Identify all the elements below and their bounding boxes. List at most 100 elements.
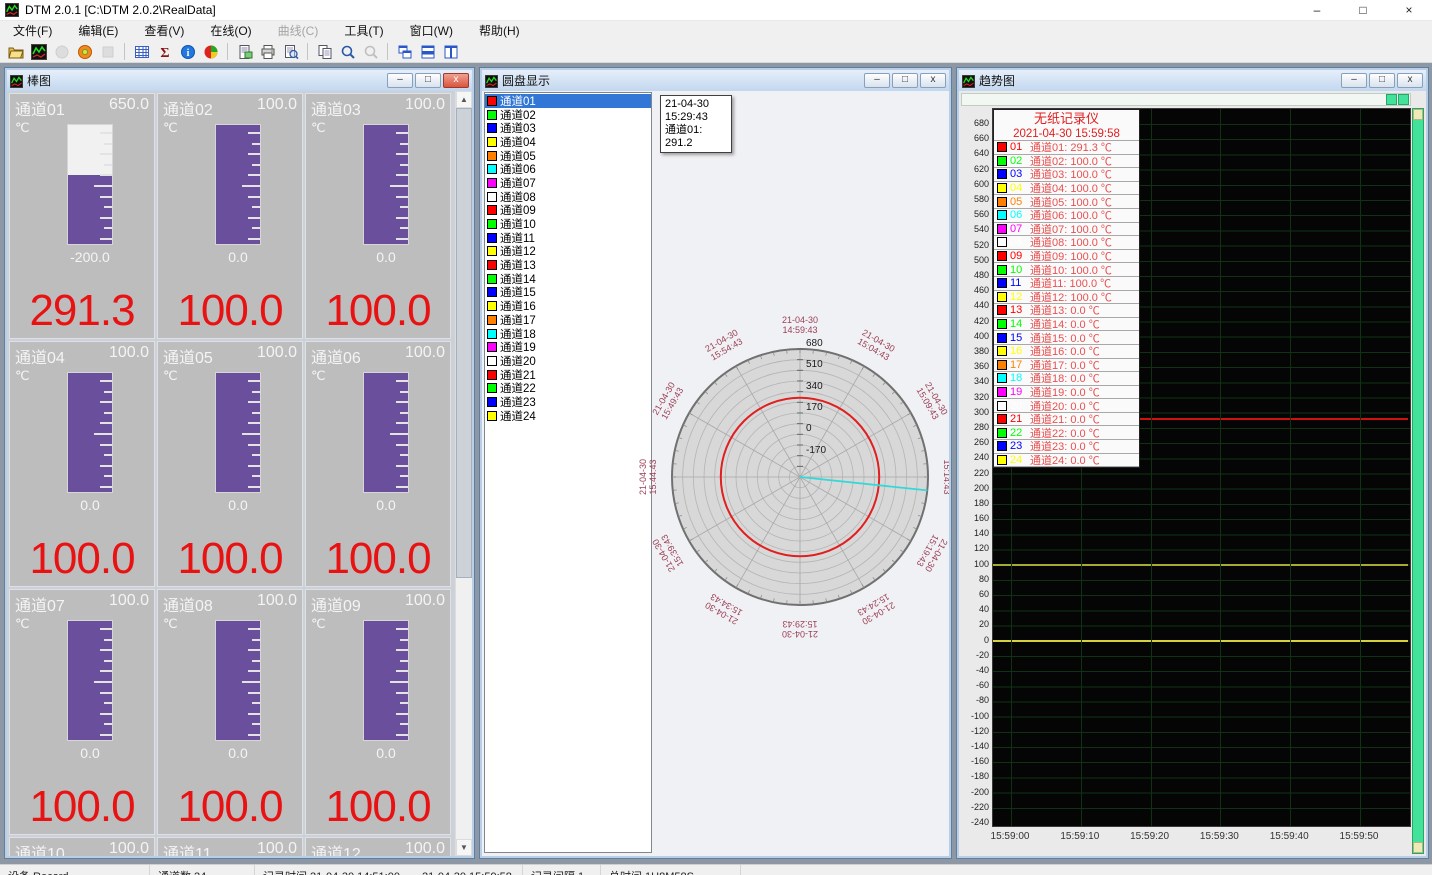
scroll-thumb[interactable]	[456, 108, 472, 578]
gauge-tick-mark	[252, 143, 260, 145]
mdi-workspace: 棒图 – □ x 通道01650.0℃-200.0291.3通道02100.0℃…	[0, 63, 1432, 864]
disc-close-button[interactable]: x	[920, 73, 946, 88]
cascade-windows-icon	[397, 44, 413, 60]
statistics-sigma-button[interactable]: Σ	[154, 42, 175, 62]
gauge-tick-mark	[248, 380, 260, 382]
trend-series-line	[993, 640, 1408, 642]
channel-color-swatch	[487, 301, 497, 311]
trend-y-tick-label: 420	[961, 316, 989, 326]
bar-minimize-button[interactable]: –	[387, 73, 413, 88]
trend-y-tick-label: 240	[961, 452, 989, 462]
trend-legend: 无纸记录仪 2021-04-30 15:59:58 01通道01: 291.3 …	[993, 109, 1140, 468]
trend-y-tick-label: 680	[961, 118, 989, 128]
trend-close-button[interactable]: x	[1397, 73, 1423, 88]
legend-channel-number: 15	[1010, 332, 1027, 344]
bar-window-icon	[10, 73, 23, 87]
zoom-out-button	[360, 42, 381, 62]
trend-y-tick-label: -100	[961, 711, 989, 721]
gauge-tick-mark	[100, 692, 112, 694]
vscroll-bottom-cap[interactable]	[1413, 842, 1423, 853]
gauge-tick-mark	[104, 206, 112, 208]
menu-item-edit[interactable]: 编辑(E)	[65, 21, 131, 41]
tile-vertical-button[interactable]	[440, 42, 461, 62]
menu-item-help[interactable]: 帮助(H)	[466, 21, 533, 41]
menu-item-curve[interactable]: 曲线(C)	[265, 21, 332, 41]
legend-channel-number: 07	[1010, 223, 1027, 235]
realtime-data-button[interactable]	[28, 42, 49, 62]
legend-channel-number: 02	[1010, 155, 1027, 167]
gauge-tick-mark	[104, 164, 112, 166]
gauge-tick-mark	[242, 433, 260, 435]
trend-window-titlebar[interactable]: 趋势图 – □ x	[959, 70, 1426, 91]
legend-channel-number: 19	[1010, 386, 1027, 398]
bar-window-titlebar[interactable]: 棒图 – □ x	[7, 70, 472, 91]
tile-horizontal-button[interactable]	[417, 42, 438, 62]
legend-channel-number: 03	[1010, 168, 1027, 180]
tile-horizontal-icon	[420, 44, 436, 60]
minimize-button[interactable]: –	[1294, 0, 1340, 21]
gauge-tick-mark	[396, 132, 408, 134]
channel-list-item[interactable]: 通道24	[485, 409, 651, 423]
bar-close-button[interactable]: x	[443, 73, 469, 88]
legend-channel-number: 08	[1010, 236, 1027, 248]
menu-item-window[interactable]: 窗口(W)	[397, 21, 466, 41]
gauge-tick-mark	[104, 702, 112, 704]
channel-color-swatch	[487, 397, 497, 407]
channel-color-swatch	[487, 164, 497, 174]
gauge-tick-mark	[400, 639, 408, 641]
trend-y-tick-label: 180	[961, 498, 989, 508]
trend-horizontal-scrollbar[interactable]	[961, 93, 1411, 106]
record-pause-button[interactable]	[74, 42, 95, 62]
open-file-button[interactable]	[5, 42, 26, 62]
info-button[interactable]: i	[177, 42, 198, 62]
menu-item-tools[interactable]: 工具(T)	[331, 21, 396, 41]
gauge-tick-mark	[248, 670, 260, 672]
trend-restore-button[interactable]: □	[1369, 73, 1395, 88]
gauge-scrollbar[interactable]: ▲ ▼	[455, 91, 472, 856]
print-button[interactable]	[257, 42, 278, 62]
hscroll-end-icon[interactable]	[1398, 94, 1409, 105]
close-button[interactable]: ×	[1386, 0, 1432, 21]
gauge-tick-mark	[100, 670, 112, 672]
gauge-tick-mark	[100, 465, 112, 467]
gauge-max-label: 100.0	[257, 96, 297, 120]
status-segment-device: 设备 Record	[0, 865, 150, 875]
disc-minimize-button[interactable]: –	[864, 73, 890, 88]
print-preview-button[interactable]	[280, 42, 301, 62]
gauge-tick-mark	[396, 380, 408, 382]
disc-restore-button[interactable]: □	[892, 73, 918, 88]
gauge-tick-mark	[252, 391, 260, 393]
hscroll-thumb-icon[interactable]	[1386, 94, 1397, 105]
pie-chart-button[interactable]	[200, 42, 221, 62]
gauge-tick-mark	[248, 628, 260, 630]
copy-button[interactable]	[314, 42, 335, 62]
data-table-button[interactable]	[131, 42, 152, 62]
gauge-tick-mark	[396, 486, 408, 488]
export-data-button[interactable]	[234, 42, 255, 62]
legend-color-swatch	[997, 455, 1007, 465]
trend-minimize-button[interactable]: –	[1341, 73, 1367, 88]
scroll-up-icon[interactable]: ▲	[456, 91, 472, 108]
gauge-max-label: 100.0	[109, 344, 149, 368]
maximize-button[interactable]: □	[1340, 0, 1386, 21]
cascade-windows-button[interactable]	[394, 42, 415, 62]
polar-time-label-time: 14:59:43	[771, 325, 829, 335]
gauge-tick-mark	[400, 227, 408, 229]
gauge-bar-track	[363, 372, 409, 493]
zoom-button[interactable]	[337, 42, 358, 62]
disc-window-titlebar[interactable]: 圆盘显示 – □ x	[482, 70, 949, 91]
menu-item-online[interactable]: 在线(O)	[197, 21, 264, 41]
gauge-cell: 通道01650.0℃-200.0291.3	[9, 93, 155, 339]
vscroll-top-cap[interactable]	[1413, 109, 1423, 120]
trend-y-tick-label: 340	[961, 376, 989, 386]
trend-vertical-scrollbar[interactable]	[1412, 108, 1424, 854]
channel-color-swatch	[487, 356, 497, 366]
trend-y-tick-label: 380	[961, 346, 989, 356]
bar-restore-button[interactable]: □	[415, 73, 441, 88]
menu-item-file[interactable]: 文件(F)	[0, 21, 65, 41]
gauge-tick-mark	[400, 391, 408, 393]
trend-y-tick-label: 560	[961, 209, 989, 219]
menu-item-view[interactable]: 查看(V)	[131, 21, 197, 41]
channel-color-swatch	[487, 137, 497, 147]
scroll-down-icon[interactable]: ▼	[456, 839, 472, 856]
